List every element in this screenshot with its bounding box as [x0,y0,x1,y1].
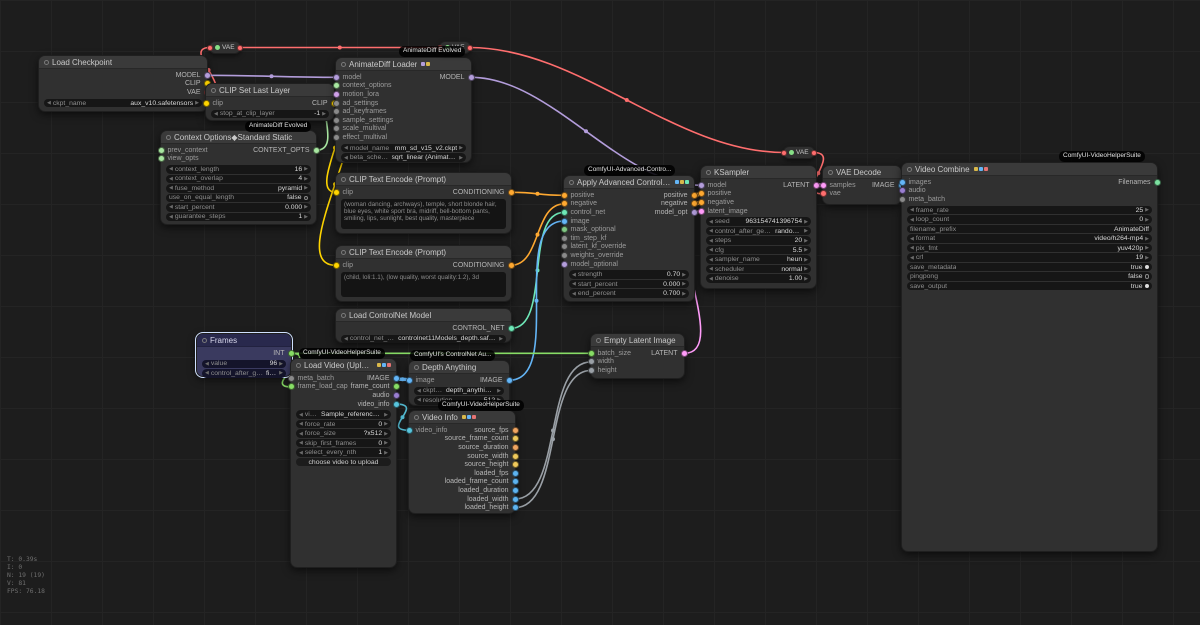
node-pack-badge: ComfyUI's ControlNet Au... [410,350,495,361]
perf-stat-line: T: 0.39s [7,556,45,564]
node-pack-badge: AnimateDiff Evolved [399,46,465,57]
badges-layer: AnimateDiff Evolved AnimateDiff Evolved Co… [0,0,1200,625]
node-pack-badge: AnimateDiff Evolved [245,121,311,132]
render-stats: T: 0.39sI: 0N: 19 (19)V: 81FPS: 76.18 [7,556,45,596]
node-pack-badge: ComfyUI-VideoHelperSuite [438,400,524,411]
perf-stat-line: I: 0 [7,564,45,572]
graph-canvas[interactable]: Load CheckpointMODELCLIPVAE◀ckpt_nameaux… [0,0,1200,625]
perf-stat-line: V: 81 [7,580,45,588]
perf-stat-line: N: 19 (19) [7,572,45,580]
node-pack-badge: ComfyUI-VideoHelperSuite [1059,151,1145,162]
node-pack-badge: ComfyUI-Advanced-Contro... [584,165,675,176]
node-pack-badge: ComfyUI-VideoHelperSuite [299,348,385,359]
perf-stat-line: FPS: 76.18 [7,588,45,596]
